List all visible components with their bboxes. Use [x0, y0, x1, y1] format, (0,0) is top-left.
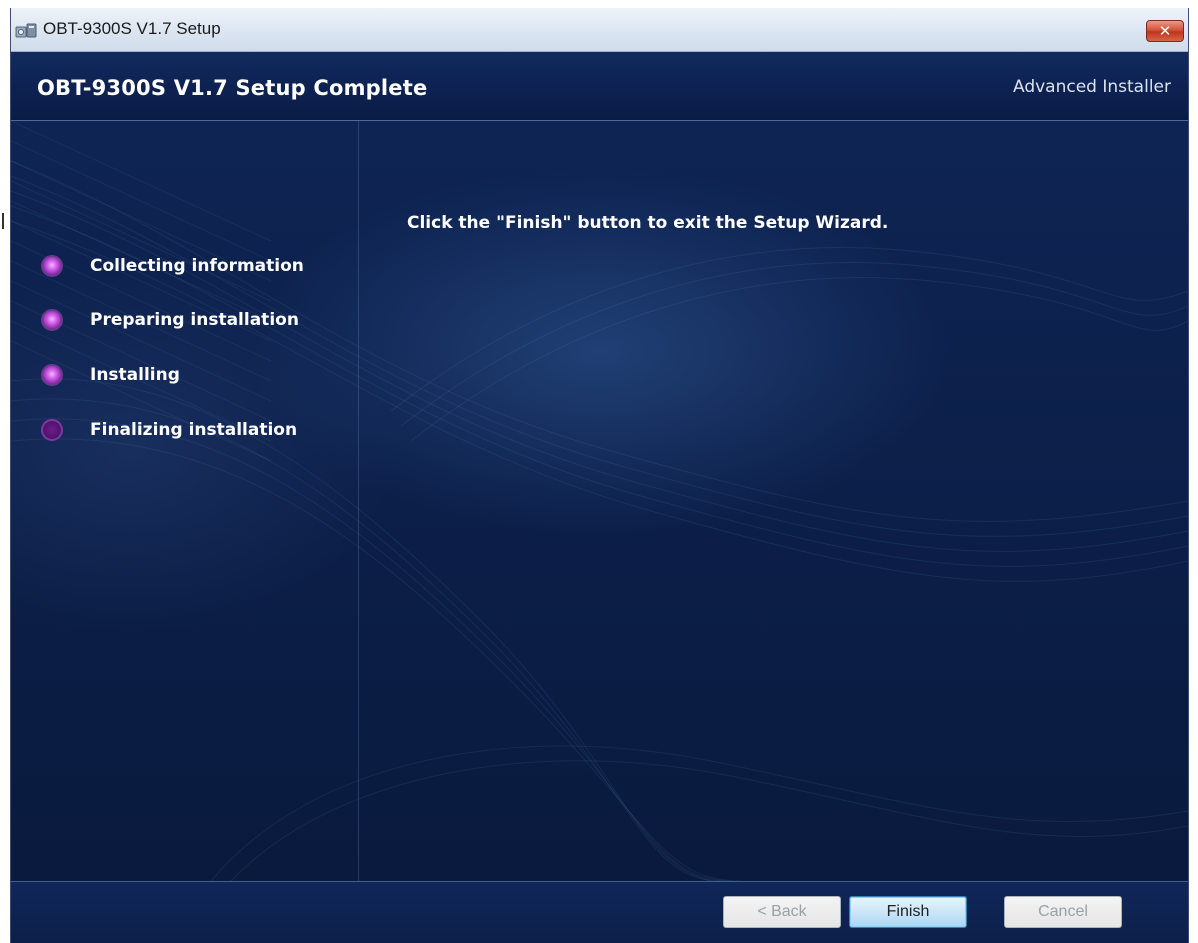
- finish-message: Click the "Finish" button to exit the Se…: [407, 213, 889, 233]
- close-button[interactable]: ✕: [1146, 20, 1184, 42]
- step-label: Collecting information: [90, 256, 304, 276]
- brand-label: Advanced Installer: [1013, 77, 1171, 97]
- step-preparing-installation: Preparing installation: [41, 309, 299, 331]
- step-done-bullet-icon: [41, 255, 63, 277]
- panel-divider: [358, 121, 359, 881]
- step-installing: Installing: [41, 364, 180, 386]
- page-title: OBT-9300S V1.7 Setup Complete: [37, 76, 428, 100]
- title-bar[interactable]: OBT-9300S V1.7 Setup ✕: [11, 8, 1188, 52]
- wizard-content: Click the "Finish" button to exit the Se…: [11, 121, 1188, 881]
- step-collecting-information: Collecting information: [41, 255, 304, 277]
- cancel-button[interactable]: Cancel: [1004, 896, 1122, 928]
- setup-window: OBT-9300S V1.7 Setup ✕ OBT-9300S V1.7 Se…: [10, 8, 1189, 943]
- step-finalizing-installation: Finalizing installation: [41, 419, 297, 441]
- step-label: Finalizing installation: [90, 420, 298, 440]
- close-icon: ✕: [1158, 23, 1172, 40]
- installer-app-icon: [15, 23, 37, 38]
- step-current-bullet-icon: [41, 419, 63, 441]
- wizard-footer: < Back Finish Cancel: [11, 881, 1188, 943]
- window-title: OBT-9300S V1.7 Setup: [43, 19, 221, 38]
- step-done-bullet-icon: [41, 364, 63, 386]
- step-done-bullet-icon: [41, 309, 63, 331]
- edge-mark: [2, 213, 4, 229]
- finish-button[interactable]: Finish: [849, 896, 967, 928]
- step-label: Preparing installation: [90, 310, 299, 330]
- step-label: Installing: [90, 365, 180, 385]
- background-edge: [0, 0, 10, 943]
- back-button[interactable]: < Back: [723, 896, 841, 928]
- wizard-header: OBT-9300S V1.7 Setup Complete Advanced I…: [11, 52, 1188, 121]
- background-waves: [11, 121, 1188, 881]
